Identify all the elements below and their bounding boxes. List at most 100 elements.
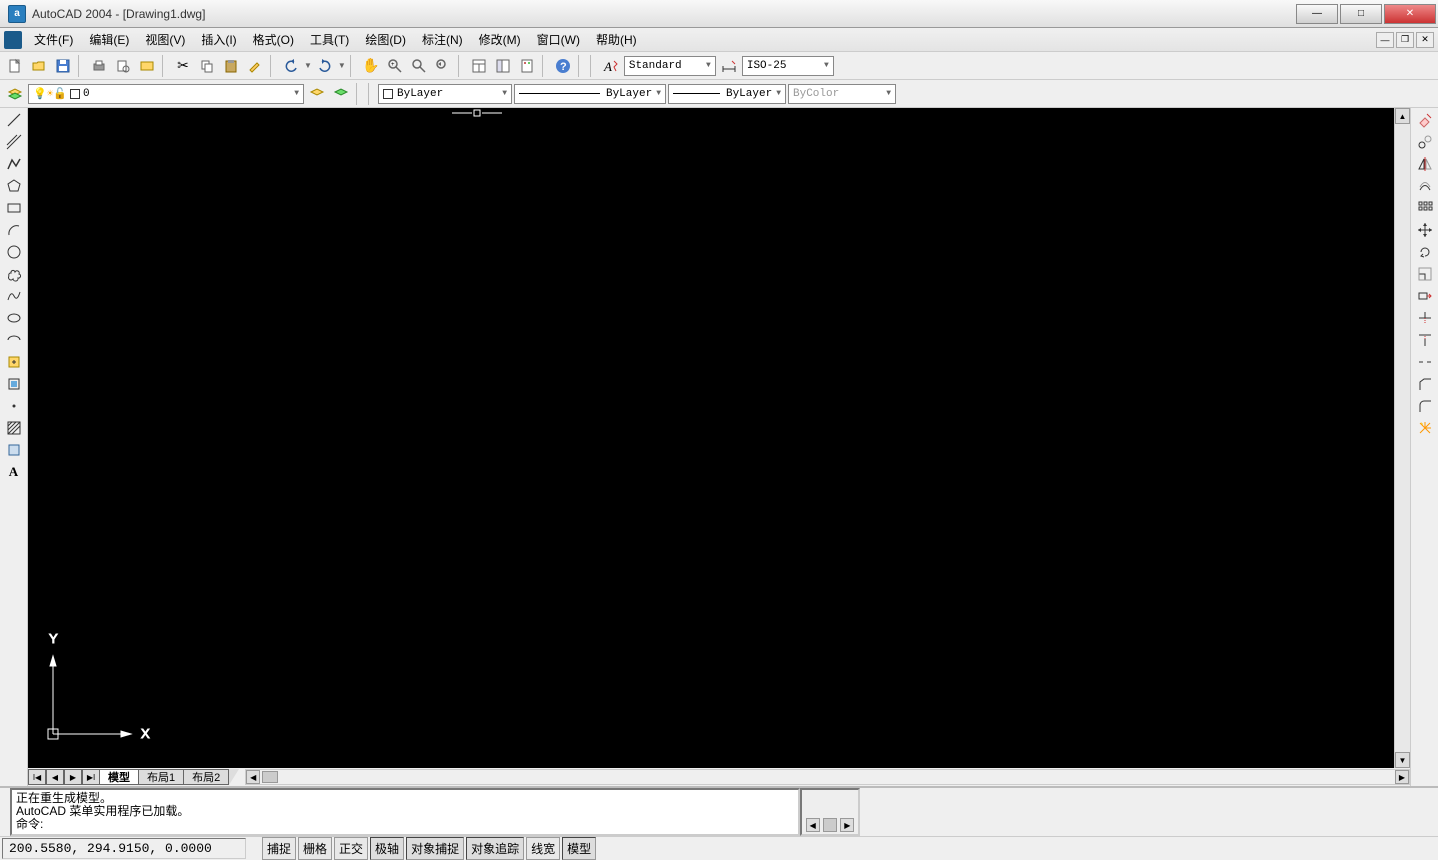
copy-button[interactable]	[196, 55, 218, 77]
ortho-toggle[interactable]: 正交	[334, 837, 368, 860]
tab-model[interactable]: 模型	[100, 769, 139, 785]
lwt-toggle[interactable]: 线宽	[526, 837, 560, 860]
array-tool[interactable]	[1414, 198, 1436, 218]
revcloud-tool[interactable]	[3, 264, 25, 284]
menu-insert[interactable]: 插入(I)	[193, 29, 244, 50]
xline-tool[interactable]	[3, 132, 25, 152]
tab-first-button[interactable]: I◀	[28, 769, 46, 785]
tab-prev-button[interactable]: ◀	[46, 769, 64, 785]
point-tool[interactable]	[3, 396, 25, 416]
rotate-tool[interactable]	[1414, 242, 1436, 262]
menu-window[interactable]: 窗口(W)	[529, 29, 588, 50]
properties-button[interactable]	[468, 55, 490, 77]
redo-dropdown[interactable]: ▼	[338, 61, 346, 70]
menu-view[interactable]: 视图(V)	[137, 29, 193, 50]
erase-tool[interactable]	[1414, 110, 1436, 130]
extend-tool[interactable]	[1414, 330, 1436, 350]
menu-file[interactable]: 文件(F)	[26, 29, 81, 50]
maximize-button[interactable]: □	[1340, 4, 1382, 24]
menu-edit[interactable]: 编辑(E)	[81, 29, 137, 50]
menu-tools[interactable]: 工具(T)	[302, 29, 357, 50]
horizontal-scrollbar[interactable]: ◀ ▶	[245, 769, 1410, 785]
layer-manager-button[interactable]	[4, 83, 26, 105]
layer-states-button[interactable]	[330, 83, 352, 105]
new-button[interactable]	[4, 55, 26, 77]
osnap-toggle[interactable]: 对象捕捉	[406, 837, 464, 860]
tab-layout1[interactable]: 布局1	[139, 769, 184, 785]
tab-layout2[interactable]: 布局2	[184, 769, 229, 785]
open-button[interactable]	[28, 55, 50, 77]
print-preview-button[interactable]	[112, 55, 134, 77]
drawing-canvas[interactable]: X Y	[28, 108, 1394, 768]
break-tool[interactable]	[1414, 352, 1436, 372]
minimize-button[interactable]: —	[1296, 4, 1338, 24]
menu-help[interactable]: 帮助(H)	[588, 29, 645, 50]
offset-tool[interactable]	[1414, 176, 1436, 196]
menu-format[interactable]: 格式(O)	[245, 29, 302, 50]
scroll-right-button[interactable]: ▶	[1395, 770, 1409, 784]
explode-tool[interactable]	[1414, 418, 1436, 438]
zoom-realtime-button[interactable]: +	[384, 55, 406, 77]
mdi-close-button[interactable]: ✕	[1416, 32, 1434, 48]
paste-button[interactable]	[220, 55, 242, 77]
polar-toggle[interactable]: 极轴	[370, 837, 404, 860]
stretch-tool[interactable]	[1414, 286, 1436, 306]
mdi-minimize-button[interactable]: —	[1376, 32, 1394, 48]
scroll-down-button[interactable]: ▼	[1395, 752, 1410, 768]
menu-draw[interactable]: 绘图(D)	[357, 29, 414, 50]
copy-tool[interactable]	[1414, 132, 1436, 152]
save-button[interactable]	[52, 55, 74, 77]
cmd-scroll-right[interactable]: ▶	[840, 818, 854, 832]
scroll-left-button[interactable]: ◀	[246, 770, 260, 784]
vertical-scrollbar[interactable]: ▲ ▼	[1394, 108, 1410, 768]
plotstyle-dropdown[interactable]: ByColor▼	[788, 84, 896, 104]
layer-dropdown[interactable]: 💡 ☀ 🔓 0 ▼	[28, 84, 304, 104]
spline-tool[interactable]	[3, 286, 25, 306]
pan-realtime-button[interactable]: ✋	[360, 55, 382, 77]
polyline-tool[interactable]	[3, 154, 25, 174]
close-button[interactable]: ✕	[1384, 4, 1436, 24]
zoom-previous-button[interactable]	[432, 55, 454, 77]
command-scrollbar[interactable]: ◀ ▶	[800, 788, 860, 836]
menu-modify[interactable]: 修改(M)	[471, 29, 529, 50]
line-tool[interactable]	[3, 110, 25, 130]
redo-button[interactable]	[314, 55, 336, 77]
make-block-tool[interactable]	[3, 374, 25, 394]
polygon-tool[interactable]	[3, 176, 25, 196]
hatch-tool[interactable]	[3, 418, 25, 438]
region-tool[interactable]	[3, 440, 25, 460]
arc-tool[interactable]	[3, 220, 25, 240]
ellipse-arc-tool[interactable]	[3, 330, 25, 350]
snap-toggle[interactable]: 捕捉	[262, 837, 296, 860]
mtext-tool[interactable]: A	[3, 462, 25, 482]
menu-dimension[interactable]: 标注(N)	[414, 29, 471, 50]
tool-palettes-button[interactable]	[516, 55, 538, 77]
mirror-tool[interactable]	[1414, 154, 1436, 174]
otrack-toggle[interactable]: 对象追踪	[466, 837, 524, 860]
color-dropdown[interactable]: ByLayer▼	[378, 84, 512, 104]
tab-last-button[interactable]: ▶I	[82, 769, 100, 785]
tab-next-button[interactable]: ▶	[64, 769, 82, 785]
move-tool[interactable]	[1414, 220, 1436, 240]
zoom-window-button[interactable]	[408, 55, 430, 77]
dim-style-dropdown[interactable]: ISO-25▼	[742, 56, 834, 76]
cut-button[interactable]: ✂	[172, 55, 194, 77]
fillet-tool[interactable]	[1414, 396, 1436, 416]
command-prompt[interactable]: 命令:	[16, 818, 794, 831]
help-button[interactable]: ?	[552, 55, 574, 77]
scroll-up-button[interactable]: ▲	[1395, 108, 1410, 124]
lineweight-dropdown[interactable]: ByLayer▼	[668, 84, 786, 104]
undo-dropdown[interactable]: ▼	[304, 61, 312, 70]
cmd-scroll-left[interactable]: ◀	[806, 818, 820, 832]
chamfer-tool[interactable]	[1414, 374, 1436, 394]
insert-block-tool[interactable]	[3, 352, 25, 372]
trim-tool[interactable]	[1414, 308, 1436, 328]
publish-button[interactable]	[136, 55, 158, 77]
model-toggle[interactable]: 模型	[562, 837, 596, 860]
coordinates-display[interactable]: 200.5580, 294.9150, 0.0000	[2, 838, 246, 859]
rectangle-tool[interactable]	[3, 198, 25, 218]
linetype-dropdown[interactable]: ByLayer▼	[514, 84, 666, 104]
print-button[interactable]	[88, 55, 110, 77]
text-style-dropdown[interactable]: Standard▼	[624, 56, 716, 76]
grid-toggle[interactable]: 栅格	[298, 837, 332, 860]
